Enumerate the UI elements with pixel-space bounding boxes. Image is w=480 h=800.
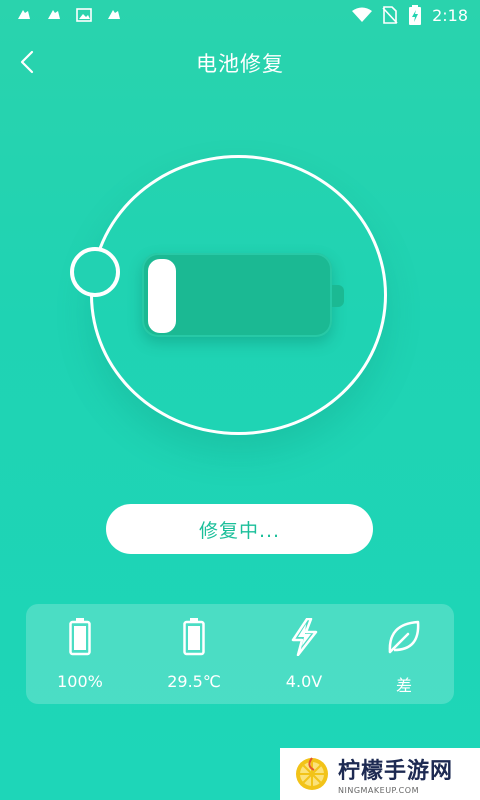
notification-icon: [48, 10, 60, 19]
stat-value: 差: [395, 676, 412, 695]
page-title: 电池修复: [196, 52, 284, 76]
battery-repair-visual: [70, 155, 390, 437]
watermark-text: 柠檬手游网 NINGMAKEUP.COM: [338, 753, 453, 795]
lemon-logo-icon: [296, 757, 328, 790]
notification-icon: [108, 10, 120, 19]
battery-stats-card: 100% 29.5℃ 4.0V 差: [26, 604, 454, 704]
stat-temperature: 29.5℃: [144, 618, 244, 691]
notification-icon: [18, 10, 30, 19]
battery-charging-icon: [409, 5, 422, 25]
watermark-url: NINGMAKEUP.COM: [338, 786, 419, 795]
stat-health: 差: [354, 618, 454, 696]
status-bar: 2:18: [0, 0, 480, 32]
battery-terminal: [332, 285, 344, 307]
stat-battery-level: 100%: [30, 618, 130, 691]
stat-value: 29.5℃: [167, 672, 221, 691]
wifi-icon: [352, 7, 373, 22]
watermark-brand: 柠檬手游网: [338, 759, 454, 784]
no-sim-icon: [382, 6, 398, 24]
stat-voltage: 4.0V: [254, 618, 354, 691]
stat-value: 4.0V: [285, 672, 323, 691]
leaf-icon: [388, 620, 420, 654]
battery-full-icon: [69, 618, 91, 656]
watermark: 柠檬手游网 NINGMAKEUP.COM: [280, 748, 480, 800]
app-header: 电池修复: [0, 40, 480, 84]
battery-icon: [183, 618, 205, 656]
battery-charge-level: [148, 259, 176, 333]
image-icon: [76, 8, 92, 22]
status-time: 2:18: [432, 5, 468, 25]
status-bar-system: 2:18: [352, 5, 468, 25]
lightning-icon: [291, 618, 318, 656]
status-bar-notifications: [16, 7, 122, 23]
stat-value: 100%: [57, 672, 103, 691]
repair-button[interactable]: 修复中...: [106, 504, 373, 554]
progress-knob: [70, 247, 120, 297]
